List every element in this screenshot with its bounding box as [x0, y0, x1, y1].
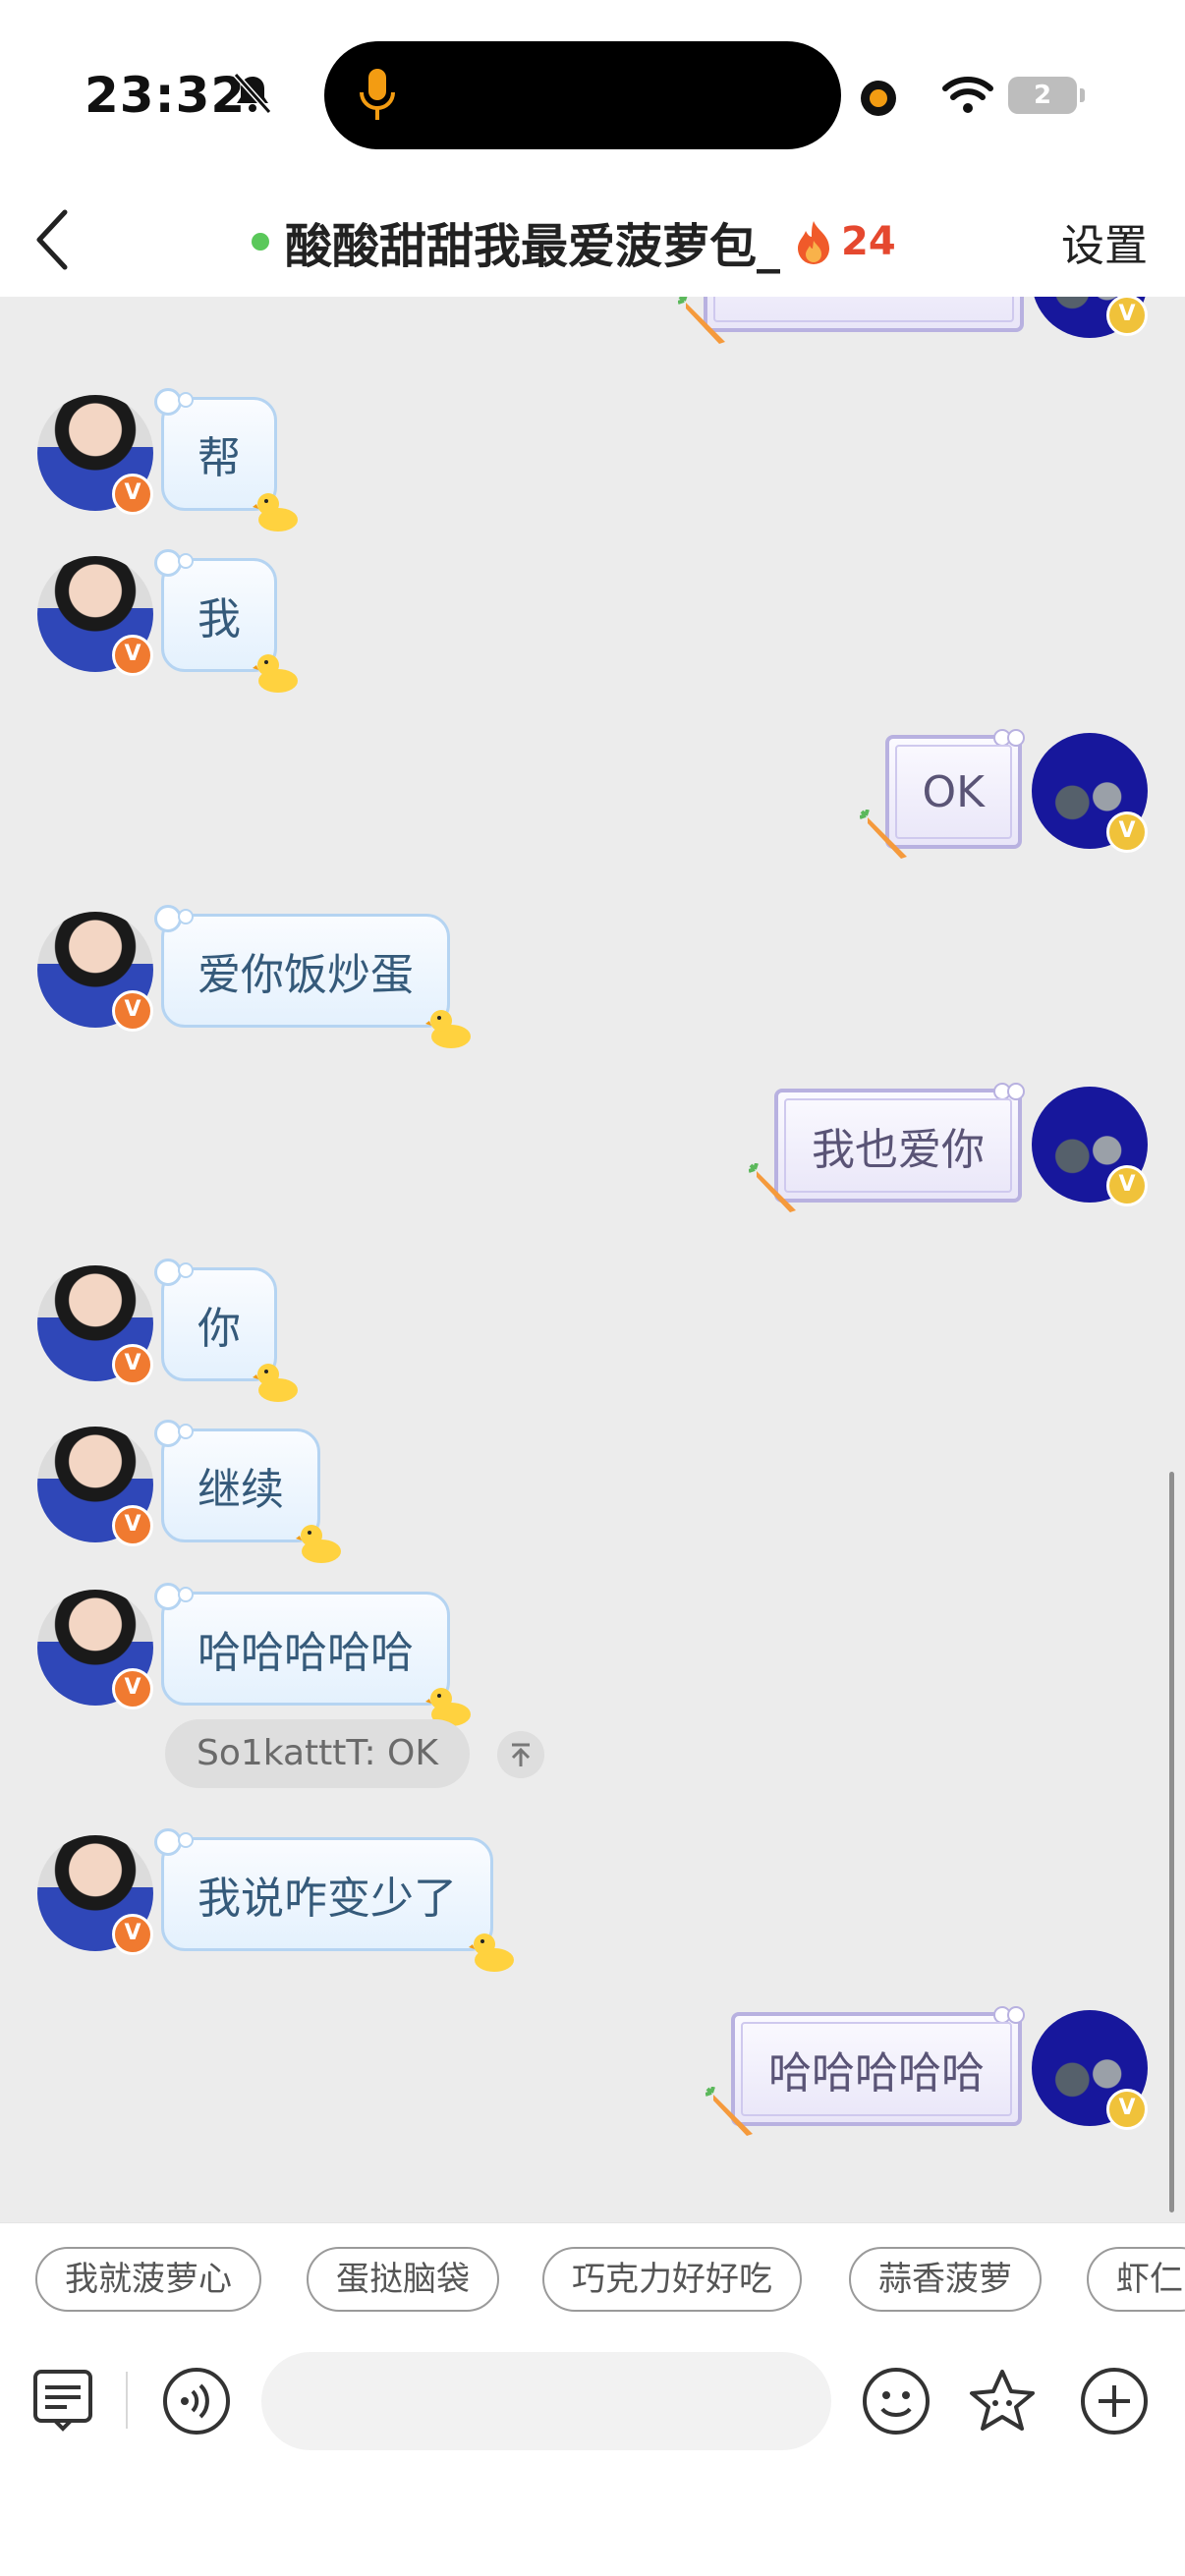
- message-bubble-received[interactable]: 哈哈哈哈哈: [154, 1583, 471, 1726]
- verified-badge: V: [1106, 812, 1148, 853]
- recording-indicator: [861, 81, 896, 116]
- divider: [126, 2372, 128, 2429]
- verified-badge: V: [1106, 2089, 1148, 2130]
- message-text: 继续: [198, 1465, 284, 1515]
- plus-icon[interactable]: [1079, 2366, 1150, 2436]
- wifi-icon: [942, 77, 993, 113]
- verified-badge: V: [112, 990, 153, 1032]
- message-text: 你: [198, 1304, 241, 1354]
- flower-icon: [993, 1083, 1025, 1100]
- status-time: 23:32: [85, 67, 247, 124]
- verified-badge: V: [112, 1344, 153, 1385]
- star-icon[interactable]: [967, 2366, 1038, 2436]
- document-icon[interactable]: [28, 2366, 98, 2436]
- voice-icon[interactable]: [161, 2366, 232, 2436]
- flower-icon: [993, 729, 1025, 747]
- message-bubble-received[interactable]: 继续: [154, 1420, 341, 1563]
- message-bubble-partial: [678, 297, 1024, 344]
- quick-reply-chip[interactable]: 虾仁: [1087, 2247, 1185, 2312]
- jump-to-quote-icon[interactable]: [497, 1731, 544, 1778]
- message-bubble-sent[interactable]: 我也爱你: [749, 1083, 1025, 1212]
- duck-icon: [296, 1525, 341, 1563]
- message-text: OK: [922, 766, 986, 817]
- verified-badge: V: [112, 1505, 153, 1546]
- quick-reply-chip[interactable]: 蒜香菠萝: [849, 2247, 1042, 2312]
- message-bubble-sent[interactable]: 哈哈哈哈哈: [705, 2006, 1025, 2136]
- quick-reply-chip[interactable]: 蛋挞脑袋: [307, 2247, 499, 2312]
- verified-badge: V: [112, 474, 153, 515]
- quick-reply-bar[interactable]: 我就菠萝心 蛋挞脑袋 巧克力好好吃 蒜香菠萝 虾仁: [0, 2222, 1185, 2331]
- streak-count: 24: [841, 219, 896, 264]
- carrot-icon: [678, 297, 725, 344]
- chat-header: 酸酸甜甜我最爱菠萝包_ 24 设置: [0, 187, 1185, 297]
- settings-button[interactable]: 设置: [1061, 210, 1148, 273]
- message-text: 帮: [198, 433, 241, 483]
- message-bubble-received[interactable]: 帮: [154, 388, 298, 532]
- carrot-icon: [859, 810, 907, 859]
- verified-badge: V: [112, 1668, 153, 1709]
- quoted-reply[interactable]: So1katttT: OK: [165, 1719, 470, 1788]
- fire-icon: [798, 221, 830, 264]
- input-bar: [0, 2330, 1185, 2576]
- verified-badge: V: [112, 635, 153, 676]
- carrot-icon: [705, 2087, 753, 2136]
- scrollbar[interactable]: [1169, 1472, 1174, 2212]
- quick-reply-chip[interactable]: 我就菠萝心: [35, 2247, 261, 2312]
- duck-icon: [469, 1933, 514, 1972]
- battery-indicator: 2: [1008, 77, 1085, 114]
- quick-reply-chip[interactable]: 巧克力好好吃: [542, 2247, 802, 2312]
- emoji-icon[interactable]: [861, 2366, 931, 2436]
- message-bubble-received[interactable]: 爱你饭炒蛋: [154, 905, 471, 1048]
- message-text: 哈哈哈哈哈: [768, 2048, 985, 2099]
- verified-badge: V: [1106, 1165, 1148, 1206]
- status-bar: 23:32 2: [0, 0, 1185, 187]
- online-status-dot: [252, 233, 269, 251]
- bell-muted-icon: [233, 72, 272, 115]
- flower-icon: [993, 2006, 1025, 2024]
- message-bubble-received[interactable]: 你: [154, 1259, 298, 1402]
- duck-icon: [253, 493, 298, 532]
- message-bubble-received[interactable]: 我说咋变少了: [154, 1828, 514, 1972]
- dynamic-island: [324, 41, 841, 149]
- message-bubble-received[interactable]: 我: [154, 549, 298, 693]
- duck-icon: [253, 1364, 298, 1402]
- carrot-icon: [749, 1163, 796, 1212]
- message-list[interactable]: V V 帮 V 我 OK V V 爱你饭炒蛋 我也爱你 V V 你 V 继续 V…: [0, 297, 1185, 2222]
- verified-badge: V: [1106, 297, 1148, 336]
- message-text: 我也爱你: [812, 1125, 985, 1175]
- mic-icon: [360, 69, 395, 120]
- message-text: 我说咋变少了: [198, 1874, 457, 1924]
- message-text: 我: [198, 594, 241, 644]
- message-input[interactable]: [261, 2352, 831, 2450]
- duck-icon: [253, 654, 298, 693]
- chat-title: 酸酸甜甜我最爱菠萝包_: [285, 219, 781, 274]
- message-text: 爱你饭炒蛋: [198, 950, 414, 1000]
- message-bubble-sent[interactable]: OK: [859, 729, 1025, 859]
- verified-badge: V: [112, 1914, 153, 1955]
- duck-icon: [425, 1010, 471, 1048]
- back-icon[interactable]: [28, 200, 77, 279]
- chat-title-group[interactable]: 酸酸甜甜我最爱菠萝包_ 24: [252, 204, 896, 279]
- message-text: 哈哈哈哈哈: [198, 1628, 414, 1678]
